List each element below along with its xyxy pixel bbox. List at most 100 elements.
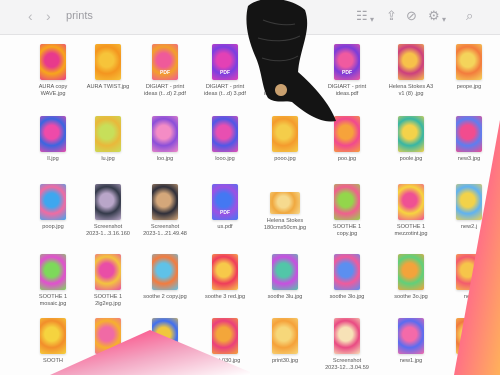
file-grid: AURA copy WAVE.jpgAURA TWIST.jpgDIGIART … — [0, 34, 500, 375]
image-thumbnail — [152, 116, 178, 152]
pdf-thumbnail — [272, 44, 298, 80]
file-item[interactable]: Helena Stokes 180cmx50cm.jpg — [252, 184, 318, 232]
image-thumbnail — [456, 184, 482, 220]
image-thumbnail — [95, 116, 121, 152]
image-thumbnail — [40, 184, 66, 220]
forward-button[interactable]: › — [46, 9, 51, 23]
file-name: Helena Stokes A3 v1 (8) .jpg — [388, 84, 434, 97]
image-thumbnail — [95, 184, 121, 220]
file-item[interactable]: new2.j — [436, 184, 500, 231]
tag-icon[interactable]: ⊘ — [406, 8, 417, 24]
file-item[interactable]: new3.jpg — [436, 116, 500, 163]
image-thumbnail — [152, 254, 178, 290]
window-title: prints — [66, 10, 93, 22]
file-item[interactable]: DIGIART - print ideas.pdf — [314, 44, 380, 98]
file-item[interactable]: print30.jpg — [252, 318, 318, 365]
file-item[interactable]: SOOTHE 1 mezzotint.jpg — [378, 184, 444, 238]
file-name: new3.jpg — [457, 156, 481, 162]
file-item[interactable]: DIGIART - print ideas (t...d) 2.pdf — [132, 44, 198, 98]
image-thumbnail — [456, 254, 482, 290]
file-name: soothe 2 copy.jpg — [143, 294, 187, 300]
file-item[interactable]: orbe 29.jpg — [132, 318, 198, 365]
file-item[interactable]: poo.jpg — [314, 116, 380, 163]
file-item[interactable] — [436, 318, 500, 358]
image-thumbnail — [272, 318, 298, 354]
file-item[interactable]: SOOTHE 1 copy.jpg — [314, 184, 380, 238]
file-name: soothe 3o.jpg — [394, 294, 428, 300]
pdf-thumbnail — [212, 184, 238, 220]
image-thumbnail — [40, 44, 66, 80]
file-item[interactable]: soothe 3lu.jpg — [252, 254, 318, 301]
file-name: looo.jpg — [215, 156, 235, 162]
file-name: pooo.jpg — [274, 156, 296, 162]
toolbar: ‹ › prints ☷ ▾ ⇪ ⊘ ⚙ ▾ ⌕ — [0, 0, 500, 35]
file-item[interactable]: soothe 2 copy.jpg — [132, 254, 198, 301]
file-item[interactable]: new1.jpg — [378, 318, 444, 365]
image-thumbnail — [40, 116, 66, 152]
file-item[interactable]: DIGIART - print ideas (t...d) 3.pdf — [192, 44, 258, 98]
file-item[interactable]: soothe 3o.jpg — [378, 254, 444, 301]
chevron-down-icon[interactable]: ▾ — [370, 12, 374, 28]
file-name: SOOTHE 1 mezzotint.jpg — [394, 224, 428, 237]
file-item[interactable]: poole.jpg — [378, 116, 444, 163]
pdf-thumbnail — [334, 44, 360, 80]
file-item[interactable]: looo.jpg — [192, 116, 258, 163]
file-item[interactable]: pooo.jpg — [252, 116, 318, 163]
file-item[interactable]: soothe 3lo.jpg — [314, 254, 380, 301]
image-thumbnail — [398, 254, 424, 290]
image-thumbnail — [152, 184, 178, 220]
file-item[interactable]: Screenshot 2023-1...21.49.48 — [132, 184, 198, 238]
list-view-icon[interactable]: ☷ — [356, 8, 368, 24]
file-item[interactable]: soothe 3 red.jpg — [192, 254, 258, 301]
share-icon[interactable]: ⇪ — [386, 8, 397, 24]
image-thumbnail — [95, 254, 121, 290]
image-thumbnail — [334, 116, 360, 152]
file-name: DIGIART - print ideas (t...d) 2.pdf — [144, 84, 186, 97]
file-name: new — [463, 294, 475, 300]
file-item[interactable]: peope.jpg — [436, 44, 500, 91]
file-name: Screenshot 2023-1...21.49.48 — [143, 224, 187, 237]
image-thumbnail — [334, 184, 360, 220]
file-name: DIGIART - print ideas (t...d) 4.pdf — [264, 84, 306, 97]
image-thumbnail — [398, 318, 424, 354]
file-item[interactable]: Screenshot 2023-12...3.04.59 — [314, 318, 380, 372]
pdf-thumbnail — [212, 44, 238, 80]
image-thumbnail — [334, 254, 360, 290]
image-thumbnail — [212, 318, 238, 354]
file-name: SOOTH — [43, 358, 63, 364]
file-name: us.pdf — [217, 224, 233, 230]
file-item[interactable]: us.pdf — [192, 184, 258, 231]
image-thumbnail — [272, 116, 298, 152]
action-icon[interactable]: ⚙ — [428, 8, 440, 24]
file-item[interactable]: DIGIART - print ideas (t...d) 4.pdf — [252, 44, 318, 98]
search-icon[interactable]: ⌕ — [466, 8, 473, 24]
file-item[interactable]: new — [436, 254, 500, 301]
file-name: poo.jpg — [337, 156, 357, 162]
image-thumbnail — [212, 116, 238, 152]
image-thumbnail — [456, 318, 482, 354]
file-name: Screenshot 2023-12...3.04.59 — [325, 358, 369, 371]
file-name: SOOTHE 1 copy.jpg — [332, 224, 362, 237]
image-thumbnail — [272, 254, 298, 290]
file-name: loo.jpg — [156, 156, 174, 162]
chevron-down-icon[interactable]: ▾ — [442, 12, 446, 28]
image-thumbnail — [398, 116, 424, 152]
image-thumbnail — [40, 318, 66, 354]
image-thumbnail — [40, 254, 66, 290]
file-name: new2.j — [460, 224, 478, 230]
file-item[interactable]: loo.jpg — [132, 116, 198, 163]
file-name: orbe 29.jpg — [151, 358, 179, 364]
file-name: new1.jpg — [399, 358, 423, 364]
image-thumbnail — [270, 192, 300, 214]
back-button[interactable]: ‹ — [28, 9, 33, 23]
file-name: DIGIART - print ideas.pdf — [327, 84, 367, 97]
finder-window: ‹ › prints ☷ ▾ ⇪ ⊘ ⚙ ▾ ⌕ AURA copy WAVE.… — [0, 0, 500, 375]
image-thumbnail — [398, 184, 424, 220]
file-name: print30.jpg — [271, 358, 299, 364]
file-item[interactable]: print 030.jpg — [192, 318, 258, 365]
image-thumbnail — [334, 318, 360, 354]
image-thumbnail — [212, 254, 238, 290]
file-item[interactable]: Helena Stokes A3 v1 (8) .jpg — [378, 44, 444, 98]
image-thumbnail — [456, 44, 482, 80]
file-name: print 030.jpg — [209, 358, 241, 364]
